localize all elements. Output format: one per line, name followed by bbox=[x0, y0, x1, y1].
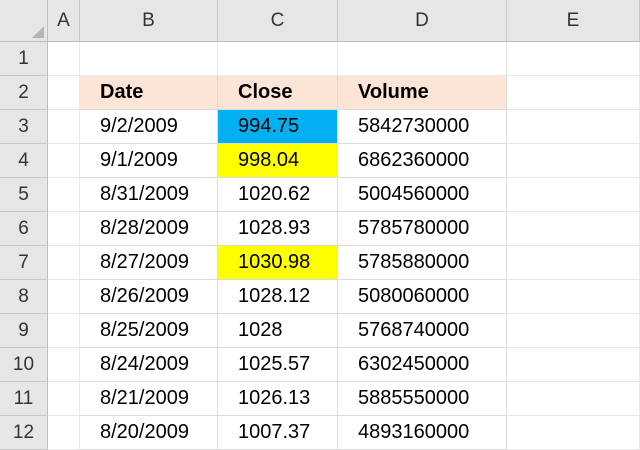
table-cell-c7[interactable]: 1030.98 bbox=[218, 246, 338, 280]
row-header-11[interactable]: 11 bbox=[0, 382, 48, 416]
cell-a1[interactable] bbox=[48, 42, 80, 76]
cell-a9[interactable] bbox=[48, 314, 80, 348]
cell-a8[interactable] bbox=[48, 280, 80, 314]
spreadsheet-grid: ABCDE 1 2 3 4 5 6 7 8 9 10 11 12 Date Close Volume 9/2… bbox=[0, 0, 640, 450]
table-header-volume[interactable]: Volume bbox=[338, 76, 507, 110]
table-cell-b11[interactable]: 8/21/2009 bbox=[80, 382, 218, 416]
table-cell-d4[interactable]: 6862360000 bbox=[338, 144, 507, 178]
table-cell-d11[interactable]: 5885550000 bbox=[338, 382, 507, 416]
table-header-date[interactable]: Date bbox=[80, 76, 218, 110]
table-cell-b3[interactable]: 9/2/2009 bbox=[80, 110, 218, 144]
cell-a2[interactable] bbox=[48, 76, 80, 110]
table-cell-d3[interactable]: 5842730000 bbox=[338, 110, 507, 144]
cell-a10[interactable] bbox=[48, 348, 80, 382]
cell-e1[interactable] bbox=[507, 42, 640, 76]
cell-e9[interactable] bbox=[507, 314, 640, 348]
cell-e4[interactable] bbox=[507, 144, 640, 178]
table-cell-d6[interactable]: 5785780000 bbox=[338, 212, 507, 246]
column-header-e[interactable]: E bbox=[507, 0, 640, 42]
table-cell-c5[interactable]: 1020.62 bbox=[218, 178, 338, 212]
cell-e8[interactable] bbox=[507, 280, 640, 314]
cell-e11[interactable] bbox=[507, 382, 640, 416]
cell-b1[interactable] bbox=[80, 42, 218, 76]
row-header-1[interactable]: 1 bbox=[0, 42, 48, 76]
table-cell-c12[interactable]: 1007.37 bbox=[218, 416, 338, 450]
cell-a6[interactable] bbox=[48, 212, 80, 246]
row-header-10[interactable]: 10 bbox=[0, 348, 48, 382]
row-header-2[interactable]: 2 bbox=[0, 76, 48, 110]
table-header-close[interactable]: Close bbox=[218, 76, 338, 110]
table-cell-c11[interactable]: 1026.13 bbox=[218, 382, 338, 416]
table-cell-c10[interactable]: 1025.57 bbox=[218, 348, 338, 382]
column-header-a[interactable]: A bbox=[48, 0, 80, 42]
table-cell-b12[interactable]: 8/20/2009 bbox=[80, 416, 218, 450]
table-cell-b7[interactable]: 8/27/2009 bbox=[80, 246, 218, 280]
cell-e3[interactable] bbox=[507, 110, 640, 144]
table-cell-d5[interactable]: 5004560000 bbox=[338, 178, 507, 212]
row-header-4[interactable]: 4 bbox=[0, 144, 48, 178]
row-header-7[interactable]: 7 bbox=[0, 246, 48, 280]
table-cell-d8[interactable]: 5080060000 bbox=[338, 280, 507, 314]
table-cell-b10[interactable]: 8/24/2009 bbox=[80, 348, 218, 382]
row-header-9[interactable]: 9 bbox=[0, 314, 48, 348]
cell-a7[interactable] bbox=[48, 246, 80, 280]
table-cell-d7[interactable]: 5785880000 bbox=[338, 246, 507, 280]
table-cell-c3[interactable]: 994.75 bbox=[218, 110, 338, 144]
column-header-b[interactable]: B bbox=[80, 0, 218, 42]
cell-e6[interactable] bbox=[507, 212, 640, 246]
table-cell-d9[interactable]: 5768740000 bbox=[338, 314, 507, 348]
table-cell-d10[interactable]: 6302450000 bbox=[338, 348, 507, 382]
cell-e7[interactable] bbox=[507, 246, 640, 280]
cell-a3[interactable] bbox=[48, 110, 80, 144]
row-header-3[interactable]: 3 bbox=[0, 110, 48, 144]
table-cell-b6[interactable]: 8/28/2009 bbox=[80, 212, 218, 246]
cell-c1[interactable] bbox=[218, 42, 338, 76]
table-cell-b9[interactable]: 8/25/2009 bbox=[80, 314, 218, 348]
cell-a4[interactable] bbox=[48, 144, 80, 178]
table-cell-b8[interactable]: 8/26/2009 bbox=[80, 280, 218, 314]
table-cell-c9[interactable]: 1028 bbox=[218, 314, 338, 348]
table-cell-c6[interactable]: 1028.93 bbox=[218, 212, 338, 246]
cell-e5[interactable] bbox=[507, 178, 640, 212]
cell-a5[interactable] bbox=[48, 178, 80, 212]
cell-a11[interactable] bbox=[48, 382, 80, 416]
cell-a12[interactable] bbox=[48, 416, 80, 450]
column-header-d[interactable]: D bbox=[338, 0, 507, 42]
table-cell-d12[interactable]: 4893160000 bbox=[338, 416, 507, 450]
column-header-c[interactable]: C bbox=[218, 0, 338, 42]
table-cell-b5[interactable]: 8/31/2009 bbox=[80, 178, 218, 212]
cell-e10[interactable] bbox=[507, 348, 640, 382]
row-header-8[interactable]: 8 bbox=[0, 280, 48, 314]
select-all-triangle-icon bbox=[32, 26, 44, 38]
row-header-6[interactable]: 6 bbox=[0, 212, 48, 246]
cell-e12[interactable] bbox=[507, 416, 640, 450]
cell-e2[interactable] bbox=[507, 76, 640, 110]
table-cell-b4[interactable]: 9/1/2009 bbox=[80, 144, 218, 178]
table-cell-c8[interactable]: 1028.12 bbox=[218, 280, 338, 314]
table-cell-c4[interactable]: 998.04 bbox=[218, 144, 338, 178]
select-all-corner[interactable] bbox=[0, 0, 48, 42]
row-header-12[interactable]: 12 bbox=[0, 416, 48, 450]
row-header-5[interactable]: 5 bbox=[0, 178, 48, 212]
cell-d1[interactable] bbox=[338, 42, 507, 76]
